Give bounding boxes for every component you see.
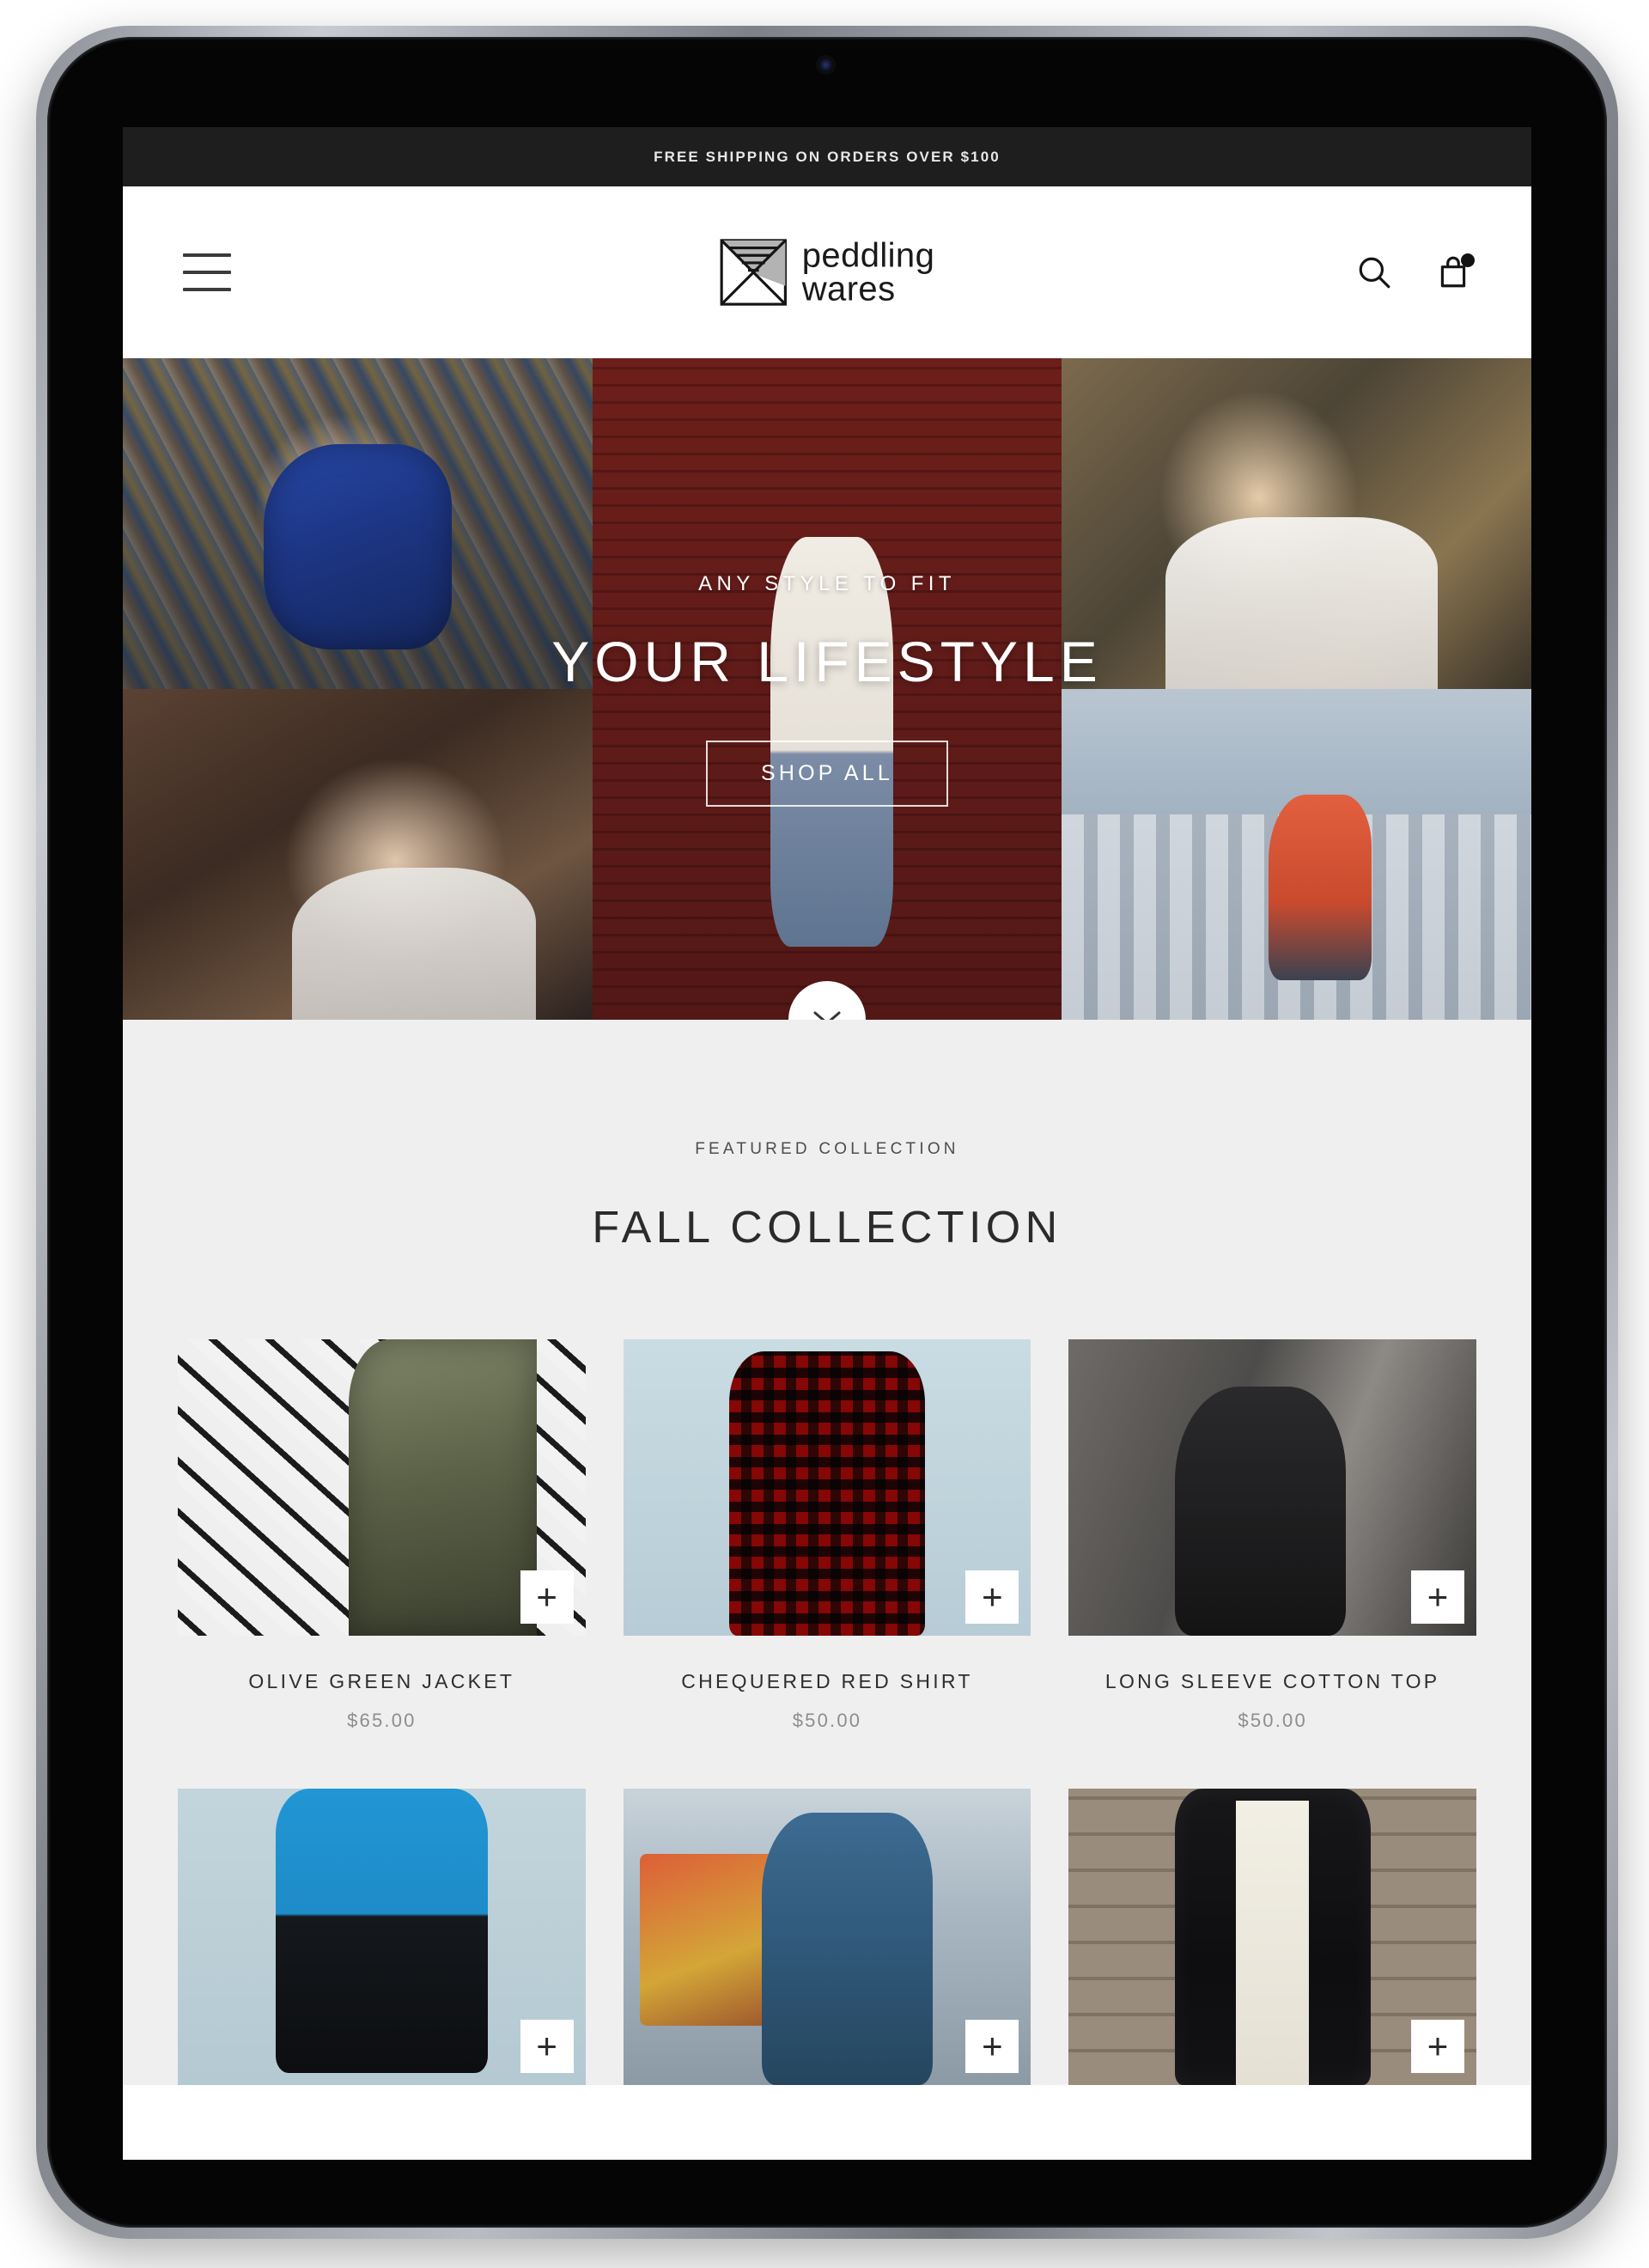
product-title: OLIVE GREEN JACKET <box>248 1670 515 1692</box>
hero-image-5 <box>1062 689 1531 1020</box>
menu-line-1 <box>183 253 231 257</box>
product-photo <box>1068 1789 1476 2085</box>
menu-line-2 <box>183 271 231 274</box>
product-price: $50.00 <box>792 1710 862 1731</box>
search-icon[interactable] <box>1354 253 1394 292</box>
quick-add-button[interactable]: + <box>520 2020 574 2073</box>
hero-image-3 <box>592 358 1062 1020</box>
cart-badge-dot <box>1461 253 1475 267</box>
menu-line-3 <box>183 288 231 291</box>
quick-add-button[interactable]: + <box>965 1570 1019 1624</box>
product-image-long-sleeve-cotton-top-woman-steps[interactable]: + <box>1068 1339 1476 1636</box>
announcement-bar[interactable]: FREE SHIPPING ON ORDERS OVER $100 <box>123 127 1531 186</box>
product-title: LONG SLEEVE COTTON TOP <box>1104 1670 1440 1692</box>
product-price: $65.00 <box>347 1710 417 1731</box>
hero-tile-couple-embracing-sunset[interactable] <box>123 689 593 1020</box>
screenshot-stage: FREE SHIPPING ON ORDERS OVER $100 peddli… <box>0 0 1649 2268</box>
featured-eyebrow: FEATURED COLLECTION <box>695 1140 959 1158</box>
quick-add-button[interactable]: + <box>1410 1570 1464 1624</box>
product-card[interactable]: + CHEQUERED RED SHIRT $50.00 <box>623 1339 1031 1732</box>
announcement-text: FREE SHIPPING ON ORDERS OVER $100 <box>654 148 1001 165</box>
hero-tile-blonde-woman-at-fairground[interactable] <box>123 358 593 689</box>
product-title: CHEQUERED RED SHIRT <box>681 1670 973 1692</box>
hero-column-left <box>123 358 593 1020</box>
front-camera-icon <box>818 58 833 72</box>
hero-banner: ANY STYLE TO FIT YOUR LIFESTYLE SHOP ALL <box>123 358 1531 1020</box>
hero-tile-blond-man-in-white-shirt[interactable] <box>1062 358 1531 689</box>
shop-all-button[interactable]: SHOP ALL <box>705 740 949 807</box>
hero-image-4 <box>1062 358 1531 689</box>
product-image-chequered-red-shirt-blue-background[interactable]: + <box>623 1339 1031 1636</box>
product-card[interactable]: + <box>178 1789 586 2085</box>
product-image-olive-green-jacket-graffiti-wall[interactable]: + <box>178 1339 586 1636</box>
hero-image-2 <box>123 689 593 1020</box>
quick-add-button[interactable]: + <box>965 2020 1019 2073</box>
product-image-black-leather-jacket-wooden-wall[interactable]: + <box>1068 1789 1476 2085</box>
product-price: $50.00 <box>1238 1710 1307 1731</box>
product-card[interactable]: + LONG SLEEVE COTTON TOP $50.00 <box>1068 1339 1476 1732</box>
hero-column-center <box>592 358 1062 1020</box>
product-card[interactable]: + <box>623 1789 1031 2085</box>
browser-viewport: FREE SHIPPING ON ORDERS OVER $100 peddli… <box>123 127 1531 2160</box>
product-image-denim-jacket-woman-at-fair[interactable]: + <box>623 1789 1031 2085</box>
featured-collection-section: FEATURED COLLECTION FALL COLLECTION + OL… <box>123 1020 1531 2085</box>
product-card[interactable]: + <box>1068 1789 1476 2085</box>
featured-title: FALL COLLECTION <box>592 1203 1062 1253</box>
hero-tile-woman-on-swing-ride[interactable] <box>1062 689 1531 1020</box>
brand-line-1: peddling <box>801 236 935 275</box>
peddling-wares-logo-mark <box>720 239 788 307</box>
hero-column-right <box>1062 358 1531 1020</box>
product-card[interactable]: + OLIVE GREEN JACKET $65.00 <box>178 1339 586 1732</box>
brand-wordmark: peddling wares <box>801 236 935 308</box>
header-actions <box>1354 253 1475 292</box>
hero-image-1 <box>123 358 593 689</box>
product-image-blue-black-windbreaker-jacket[interactable]: + <box>178 1789 586 2085</box>
hamburger-menu-icon[interactable] <box>183 253 231 291</box>
site-header: peddling wares <box>123 186 1531 358</box>
quick-add-button[interactable]: + <box>520 1570 574 1624</box>
hero-tile-woman-against-red-brick-wall[interactable] <box>592 358 1062 1020</box>
product-grid: + OLIVE GREEN JACKET $65.00 + CHEQUERED … <box>178 1339 1476 2085</box>
brand-line-2: wares <box>801 270 896 308</box>
shopping-bag-icon[interactable] <box>1433 253 1475 292</box>
brand-logo[interactable]: peddling wares <box>720 236 935 308</box>
chevron-down-icon <box>810 1008 844 1020</box>
